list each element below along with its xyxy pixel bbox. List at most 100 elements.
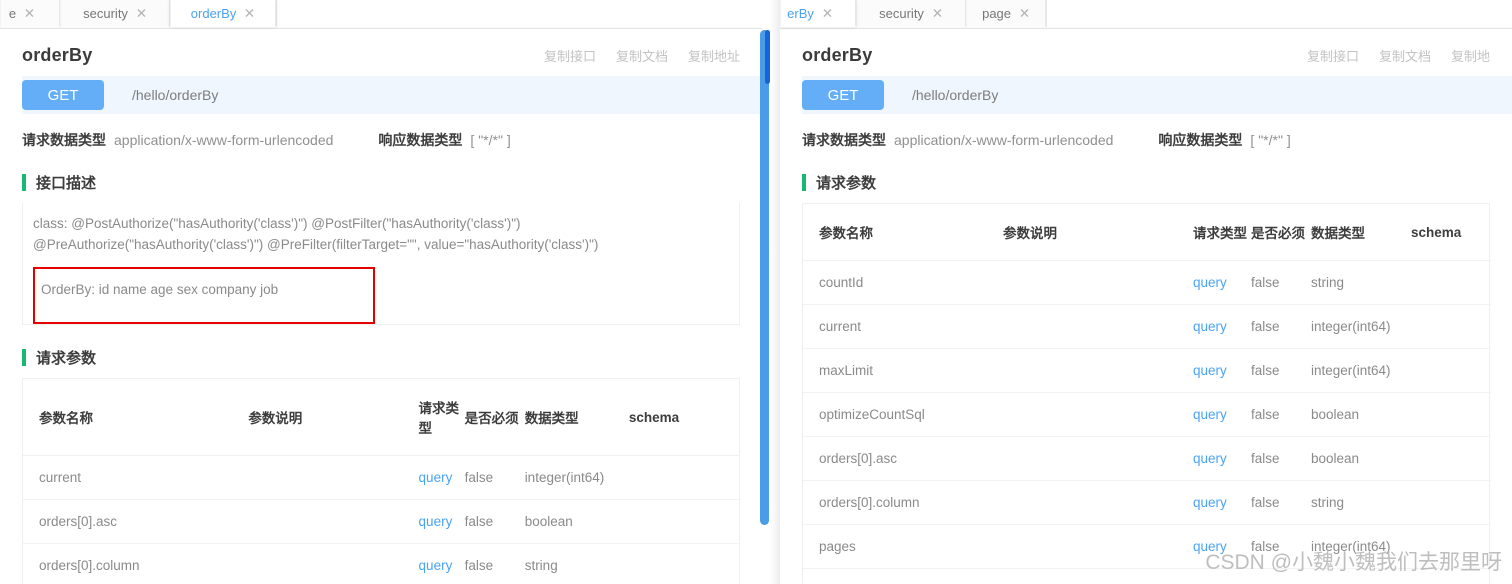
cell-param-name: optimizeCountSql: [803, 392, 1003, 437]
cell-param-desc: [1003, 524, 1193, 569]
cell-required: false: [1251, 260, 1311, 305]
table-header-row: 参数名称 参数说明 请求类型 是否必须 数据类型 schema: [23, 379, 739, 456]
cell-request-type[interactable]: query: [418, 455, 465, 500]
cell-request-type[interactable]: query: [1193, 480, 1251, 525]
right-params-table-card: 参数名称 参数说明 请求类型 是否必须 数据类型 schema countId …: [802, 203, 1491, 584]
cell-request-type[interactable]: query: [418, 499, 465, 544]
cell-required: false: [464, 543, 525, 584]
cell-request-type[interactable]: query: [1193, 568, 1251, 584]
tab-page[interactable]: page ✕: [966, 0, 1046, 27]
screenshot-root: e ✕ security ✕ orderBy ✕ orderBy 复制接口 复制…: [0, 0, 1512, 584]
cell-schema: [1411, 480, 1491, 525]
cell-param-desc: [1003, 436, 1193, 481]
cell-param-desc: [1003, 260, 1193, 305]
cell-param-name: current: [23, 455, 249, 500]
table-row: orders[0].column query false string: [803, 480, 1491, 525]
table-header-row: 参数名称 参数说明 请求类型 是否必须 数据类型 schema: [803, 204, 1491, 261]
response-data-type-value: [ "*/*" ]: [470, 132, 511, 148]
cell-schema: [628, 543, 739, 584]
description-line: @PreAuthorize("hasAuthority('class')") @…: [33, 237, 599, 252]
col-param-desc: 参数说明: [248, 379, 419, 456]
close-icon[interactable]: ✕: [1019, 7, 1030, 21]
col-request-type: 请求类型: [1193, 204, 1251, 261]
cell-schema: [1411, 524, 1491, 569]
cell-data-type: integer(int64): [1311, 304, 1411, 349]
close-icon[interactable]: ✕: [932, 7, 943, 21]
cell-param-name: current: [803, 304, 1003, 349]
cell-request-type[interactable]: query: [1193, 304, 1251, 349]
copy-address-button[interactable]: 复制地: [1451, 46, 1490, 65]
cell-param-desc: [1003, 568, 1193, 584]
cell-request-type[interactable]: query: [1193, 436, 1251, 481]
tab-bar-empty-space: [276, 0, 762, 27]
right-params-table: 参数名称 参数说明 请求类型 是否必须 数据类型 schema countId …: [803, 204, 1491, 584]
tab-label: page: [982, 6, 1012, 21]
cell-request-type[interactable]: query: [418, 543, 465, 584]
cell-param-desc: [1003, 480, 1193, 525]
cell-required: false: [1251, 304, 1311, 349]
col-required: 是否必须: [1251, 204, 1311, 261]
cell-data-type: boolean: [1311, 436, 1411, 481]
cell-param-desc: [248, 499, 419, 544]
tab-security[interactable]: security ✕: [856, 0, 966, 27]
cell-schema: [1411, 436, 1491, 481]
table-row: records[0].age query false string: [803, 568, 1491, 584]
col-schema: schema: [1411, 204, 1491, 261]
response-data-type-value: [ "*/*" ]: [1250, 132, 1291, 148]
copy-document-button[interactable]: 复制文档: [616, 46, 668, 65]
table-row: optimizeCountSql query false boolean: [803, 392, 1491, 437]
copy-address-button[interactable]: 复制地址: [688, 46, 740, 65]
copy-actions: 复制接口 复制文档 复制地址: [544, 46, 740, 65]
cell-schema: [1411, 260, 1491, 305]
right-request-params-title: 请求参数: [802, 172, 1512, 193]
close-icon[interactable]: ✕: [136, 7, 147, 21]
cell-required: false: [1251, 524, 1311, 569]
orderby-description-line: OrderBy: id name age sex company job: [41, 282, 279, 297]
cell-data-type: string: [524, 543, 629, 584]
tab-orderby[interactable]: erBy ✕: [780, 0, 856, 27]
cell-param-desc: [1003, 392, 1193, 437]
cell-schema: [628, 499, 739, 544]
cell-param-name: orders[0].asc: [803, 436, 1003, 481]
copy-interface-button[interactable]: 复制接口: [544, 46, 596, 65]
request-path: /hello/orderBy: [132, 87, 219, 103]
copy-document-button[interactable]: 复制文档: [1379, 46, 1431, 65]
cell-request-type[interactable]: query: [1193, 348, 1251, 393]
cell-data-type: boolean: [524, 499, 629, 544]
response-data-type-label: 响应数据类型: [1158, 132, 1243, 148]
close-icon[interactable]: ✕: [822, 6, 833, 20]
cell-schema: [1411, 568, 1491, 584]
cell-param-desc: [248, 455, 419, 500]
tab-label: e: [8, 6, 17, 21]
cell-request-type[interactable]: query: [1193, 260, 1251, 305]
right-type-row: 请求数据类型 application/x-www-form-urlencoded…: [780, 114, 1512, 162]
col-schema: schema: [628, 379, 739, 456]
cell-data-type: integer(int64): [524, 455, 629, 500]
tab-security[interactable]: security ✕: [60, 0, 170, 27]
tab-e[interactable]: e ✕: [0, 0, 60, 27]
col-data-type: 数据类型: [524, 379, 629, 456]
interface-description-card: class: @PostAuthorize("hasAuthority('cla…: [22, 203, 740, 325]
cell-schema: [1411, 392, 1491, 437]
col-param-desc: 参数说明: [1003, 204, 1193, 261]
col-param-name: 参数名称: [803, 204, 1003, 261]
tab-orderby[interactable]: orderBy ✕: [170, 0, 276, 27]
close-icon[interactable]: ✕: [24, 7, 35, 21]
cell-required: false: [1251, 436, 1311, 481]
left-doc-header: orderBy 复制接口 复制文档 复制地址: [0, 29, 762, 76]
cell-data-type: integer(int64): [1311, 524, 1411, 569]
table-row: current query false integer(int64): [23, 455, 739, 500]
cell-required: false: [1251, 568, 1311, 584]
left-browser-panel: e ✕ security ✕ orderBy ✕ orderBy 复制接口 复制…: [0, 0, 762, 584]
left-panel-vertical-scrollbar[interactable]: [760, 30, 769, 525]
table-row: orders[0].column query false string: [23, 543, 739, 584]
cell-request-type[interactable]: query: [1193, 524, 1251, 569]
copy-interface-button[interactable]: 复制接口: [1307, 46, 1359, 65]
cell-request-type[interactable]: query: [1193, 392, 1251, 437]
close-icon[interactable]: ✕: [244, 6, 255, 20]
right-doc-header: orderBy 复制接口 复制文档 复制地: [780, 29, 1512, 76]
cell-param-desc: [1003, 348, 1193, 393]
left-params-table-card: 参数名称 参数说明 请求类型 是否必须 数据类型 schema current …: [22, 378, 740, 584]
http-method-badge: GET: [802, 80, 884, 110]
cell-required: false: [1251, 480, 1311, 525]
